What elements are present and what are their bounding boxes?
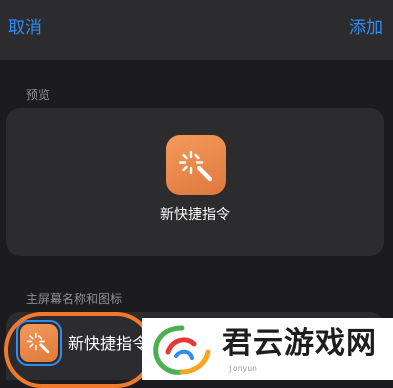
preview-card: 新快捷指令 [6, 108, 384, 256]
home-screen-name-field[interactable]: 新快捷指令 [68, 333, 148, 355]
preview-shortcut-name: 新快捷指令 [160, 207, 230, 223]
watermark-swirl-icon [153, 325, 211, 375]
preview-section-label: 预览 [26, 88, 51, 102]
navigation-bar: 取消 添加 [0, 0, 393, 60]
add-button[interactable]: 添加 [349, 16, 383, 40]
home-icon-button[interactable] [16, 320, 62, 366]
watermark-logo: 君云游戏网 jonyun [142, 318, 393, 380]
watermark-subtext: jonyun [228, 364, 257, 373]
magic-wand-icon [20, 324, 58, 362]
home-screen-section-label: 主屏幕名称和图标 [26, 292, 123, 306]
cancel-button[interactable]: 取消 [8, 16, 42, 40]
magic-wand-icon [166, 135, 226, 195]
watermark-text: 君云游戏网 [222, 326, 377, 361]
